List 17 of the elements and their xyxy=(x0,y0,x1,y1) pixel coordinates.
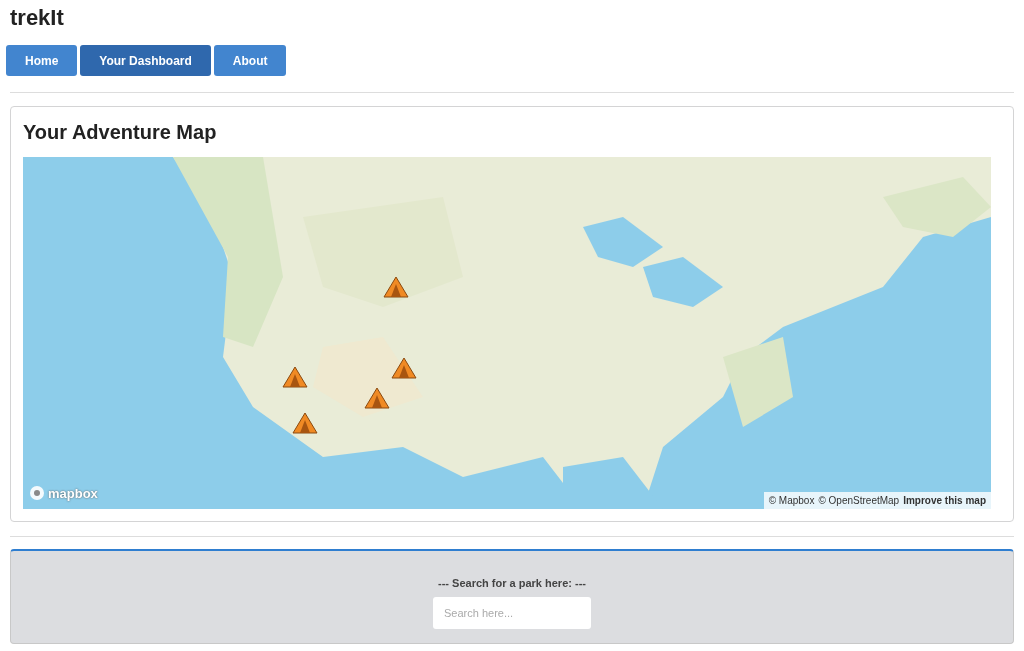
nav-button[interactable]: Home xyxy=(6,45,78,76)
logo-icon xyxy=(29,485,45,502)
logo-text: mapbox xyxy=(48,484,98,503)
tent-icon[interactable] xyxy=(390,356,417,379)
search-label: --- Search for a park here: --- xyxy=(438,576,586,591)
app-title: trekIt xyxy=(10,4,65,32)
attribution-link[interactable]: © OpenStreetMap xyxy=(818,493,900,508)
search-field[interactable]: Search here... xyxy=(433,596,591,629)
tent-icon[interactable] xyxy=(282,366,309,389)
tent-icon[interactable] xyxy=(292,412,319,435)
nav-button[interactable]: About xyxy=(213,45,287,76)
attribution-link[interactable]: Improve this map xyxy=(903,493,986,508)
tent-icon[interactable] xyxy=(363,386,390,409)
card-title: Your Adventure Map xyxy=(23,120,218,145)
attribution-link[interactable]: © Mapbox xyxy=(768,493,815,508)
nav-button[interactable]: Your Dashboard xyxy=(80,45,211,76)
tent-icon[interactable] xyxy=(383,275,410,298)
